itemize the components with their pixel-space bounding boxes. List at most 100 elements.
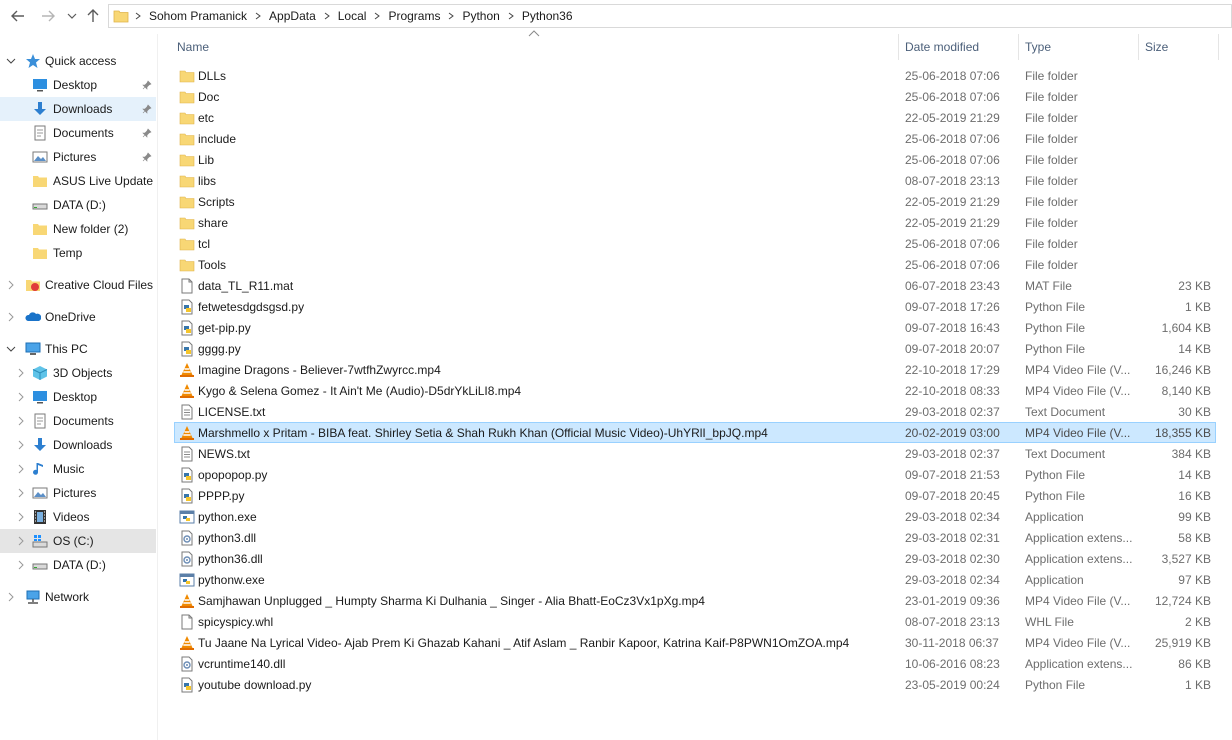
file-row[interactable]: Kygo & Selena Gomez - It Ain't Me (Audio… [174, 380, 1216, 401]
file-name: youtube download.py [198, 678, 312, 692]
pin-icon[interactable] [142, 80, 152, 90]
file-row[interactable]: NEWS.txt 29-03-2018 02:37 Text Document 384… [174, 443, 1216, 464]
file-row[interactable]: pythonw.exe 29-03-2018 02:34 Application 97… [174, 569, 1216, 590]
file-row[interactable]: gggg.py 09-07-2018 20:07 Python File 14 KB [174, 338, 1216, 359]
chevron-right-icon[interactable] [16, 536, 26, 546]
nav-pc-data-d[interactable]: DATA (D:) [0, 553, 156, 577]
chevron-right-icon[interactable] [16, 440, 26, 450]
breadcrumb-chevron-icon[interactable] [372, 11, 382, 21]
breadcrumb-appdata[interactable]: AppData [263, 9, 322, 23]
breadcrumb-chevron-icon[interactable] [446, 11, 456, 21]
file-row[interactable]: data_TL_R11.mat 06-07-2018 23:43 MAT File 2… [174, 275, 1216, 296]
file-row[interactable]: opopopop.py 09-07-2018 21:53 Python File 14… [174, 464, 1216, 485]
breadcrumb-chevron-icon[interactable] [322, 11, 332, 21]
pin-icon[interactable] [142, 104, 152, 114]
nav-downloads[interactable]: Downloads [0, 97, 156, 121]
file-row[interactable]: python3.dll 29-03-2018 02:31 Application e… [174, 527, 1216, 548]
file-row[interactable]: Tools 25-06-2018 07:06 File folder [174, 254, 1216, 275]
chevron-right-icon[interactable] [16, 512, 26, 522]
column-divider[interactable] [898, 34, 899, 60]
nav-pc-downloads[interactable]: Downloads [0, 433, 156, 457]
nav-temp[interactable]: Temp [0, 241, 156, 265]
chevron-right-icon[interactable] [6, 592, 16, 602]
chevron-right-icon[interactable] [16, 464, 26, 474]
nav-network[interactable]: Network [0, 585, 156, 609]
nav-new-folder-2[interactable]: New folder (2) [0, 217, 156, 241]
file-row[interactable]: python.exe 29-03-2018 02:34 Application 99 … [174, 506, 1216, 527]
breadcrumb-python36[interactable]: Python36 [516, 9, 579, 23]
chevron-right-icon[interactable] [16, 392, 26, 402]
nav-quick-access[interactable]: Quick access [0, 49, 156, 73]
file-row[interactable]: vcruntime140.dll 10-06-2016 08:23 Applicat… [174, 653, 1216, 674]
nav-asus-live-update[interactable]: ASUS Live Update [0, 169, 156, 193]
file-row[interactable]: libs 08-07-2018 23:13 File folder [174, 170, 1216, 191]
file-row[interactable]: LICENSE.txt 29-03-2018 02:37 Text Document… [174, 401, 1216, 422]
nav-videos[interactable]: Videos [0, 505, 156, 529]
file-row[interactable]: Tu Jaane Na Lyrical Video- Ajab Prem Ki … [174, 632, 1216, 653]
nav-music[interactable]: Music [0, 457, 156, 481]
file-row[interactable]: Doc 25-06-2018 07:06 File folder [174, 86, 1216, 107]
address-bar[interactable]: Sohom Pramanick AppData Local Programs P… [108, 4, 1232, 28]
breadcrumb-chevron-icon[interactable] [253, 11, 263, 21]
file-row[interactable]: include 25-06-2018 07:06 File folder [174, 128, 1216, 149]
chevron-right-icon[interactable] [6, 280, 16, 290]
chevron-right-icon[interactable] [16, 368, 26, 378]
file-row[interactable]: youtube download.py 23-05-2019 00:24 Pytho… [174, 674, 1216, 695]
nav-creative-cloud-files[interactable]: Creative Cloud Files [0, 273, 156, 297]
nav-os-c[interactable]: OS (C:) [0, 529, 156, 553]
pin-icon[interactable] [142, 128, 152, 138]
chevron-right-icon[interactable] [6, 312, 16, 322]
column-size[interactable]: Size [1145, 40, 1168, 54]
column-divider[interactable] [1138, 34, 1139, 60]
file-row[interactable]: etc 22-05-2019 21:29 File folder [174, 107, 1216, 128]
chevron-down-icon[interactable] [6, 344, 16, 354]
recent-locations-button[interactable] [62, 6, 82, 26]
nav-pc-documents[interactable]: Documents [0, 409, 156, 433]
file-row[interactable]: Samjhawan Unplugged _ Humpty Sharma Ki D… [174, 590, 1216, 611]
nav-this-pc[interactable]: This PC [0, 337, 156, 361]
file-name: etc [198, 111, 215, 125]
file-row[interactable]: python36.dll 29-03-2018 02:30 Application … [174, 548, 1216, 569]
file-row[interactable]: fetwetesdgdsgsd.py 09-07-2018 17:26 Python… [174, 296, 1216, 317]
pin-icon[interactable] [142, 152, 152, 162]
back-button[interactable] [8, 6, 28, 26]
column-type[interactable]: Type [1025, 40, 1051, 54]
breadcrumb-python[interactable]: Python [456, 9, 505, 23]
breadcrumb-local[interactable]: Local [332, 9, 373, 23]
breadcrumb-chevron-icon[interactable] [506, 11, 516, 21]
file-row[interactable]: Lib 25-06-2018 07:06 File folder [174, 149, 1216, 170]
pane-divider[interactable] [157, 34, 158, 740]
chevron-right-icon[interactable] [16, 416, 26, 426]
nav-data-d[interactable]: DATA (D:) [0, 193, 156, 217]
column-name[interactable]: Name [177, 40, 209, 54]
file-row[interactable]: Scripts 22-05-2019 21:29 File folder [174, 191, 1216, 212]
file-row[interactable]: spicyspicy.whl 08-07-2018 23:13 WHL File 2 … [174, 611, 1216, 632]
forward-button[interactable] [38, 6, 58, 26]
file-row[interactable]: DLLs 25-06-2018 07:06 File folder [174, 65, 1216, 86]
file-row[interactable]: get-pip.py 09-07-2018 16:43 Python File 1,6… [174, 317, 1216, 338]
up-button[interactable] [83, 6, 103, 26]
nav-pc-pictures[interactable]: Pictures [0, 481, 156, 505]
file-row[interactable]: Imagine Dragons - Believer-7wtfhZwyrcc.m… [174, 359, 1216, 380]
nav-pictures[interactable]: Pictures [0, 145, 156, 169]
nav-pc-desktop[interactable]: Desktop [0, 385, 156, 409]
file-row[interactable]: Marshmello x Pritam - BIBA feat. Shirley… [174, 422, 1216, 443]
chevron-right-icon[interactable] [16, 488, 26, 498]
nav-onedrive[interactable]: OneDrive [0, 305, 156, 329]
breadcrumb-programs[interactable]: Programs [382, 9, 446, 23]
nav-desktop[interactable]: Desktop [0, 73, 156, 97]
column-divider[interactable] [1018, 34, 1019, 60]
chevron-down-icon[interactable] [6, 56, 16, 66]
nav-3d-objects[interactable]: 3D Objects [0, 361, 156, 385]
file-type: WHL File [1025, 615, 1074, 629]
column-divider[interactable] [1218, 34, 1219, 60]
file-row[interactable]: tcl 25-06-2018 07:06 File folder [174, 233, 1216, 254]
file-size: 16,246 KB [1154, 363, 1211, 377]
nav-documents[interactable]: Documents [0, 121, 156, 145]
file-row[interactable]: share 22-05-2019 21:29 File folder [174, 212, 1216, 233]
column-date-modified[interactable]: Date modified [905, 40, 979, 54]
file-row[interactable]: PPPP.py 09-07-2018 20:45 Python File 16 KB [174, 485, 1216, 506]
breadcrumb-user[interactable]: Sohom Pramanick [143, 9, 253, 23]
breadcrumb-chevron-icon[interactable] [133, 11, 143, 21]
chevron-right-icon[interactable] [16, 560, 26, 570]
